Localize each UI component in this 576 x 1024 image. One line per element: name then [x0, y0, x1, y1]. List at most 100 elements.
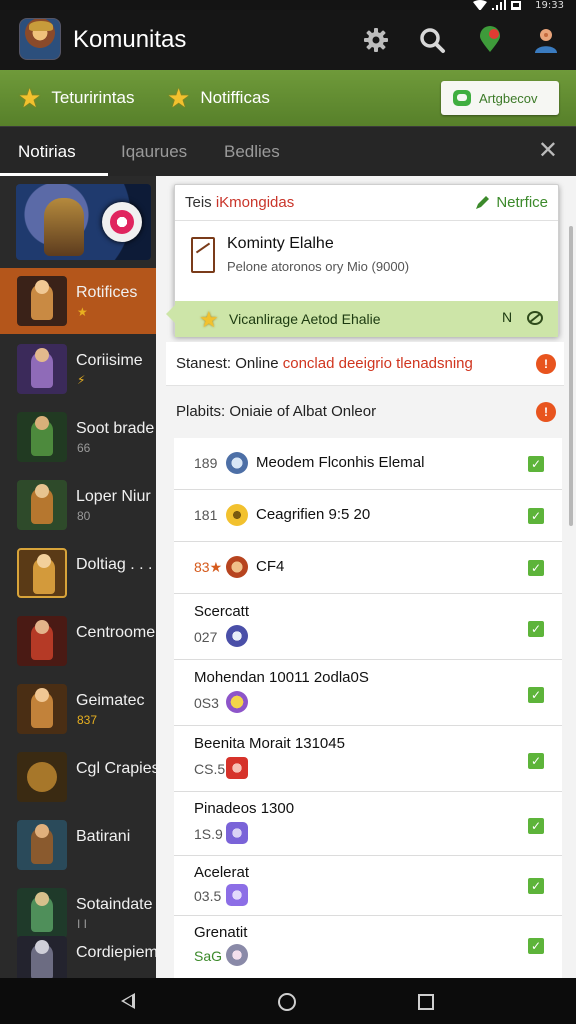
popup-header-action[interactable]: Netrfice: [474, 194, 548, 211]
check-icon[interactable]: ✓: [528, 508, 544, 524]
check-icon[interactable]: ✓: [528, 878, 544, 894]
content-panel: Teis iKmongidas Netrfice Kominty Elalhe …: [156, 176, 576, 978]
popup-header-prefix: Teis: [185, 194, 216, 211]
app-bar: Komunitas: [0, 10, 576, 70]
list-item-number: 0S3: [194, 695, 219, 711]
check-icon[interactable]: ✓: [528, 818, 544, 834]
app-avatar[interactable]: [19, 18, 61, 60]
tab-label: Notifficas: [200, 88, 270, 107]
search-icon[interactable]: [418, 26, 446, 54]
home-icon[interactable]: [278, 993, 296, 1011]
list-item[interactable]: Grenatit SaG ✓: [174, 916, 562, 978]
status-row-plabits[interactable]: Plabits: Oniaie of Albat Onleor !: [166, 390, 564, 434]
sidebar-item-label: Coriisime: [76, 352, 143, 369]
sidebar-item-rotifices[interactable]: Rotifices ★: [0, 268, 156, 334]
sidebar-item-centroome[interactable]: Centroome: [0, 608, 156, 674]
list-item[interactable]: Scercatt 027 ✓: [174, 594, 562, 660]
app-title: Komunitas: [73, 26, 187, 53]
list-item[interactable]: 189 Meodem Flconhis Elemal ✓: [174, 438, 562, 490]
list-item[interactable]: Acelerat 03.5 ✓: [174, 856, 562, 916]
list-item-title: Meodem Flconhis Elemal: [256, 454, 425, 471]
close-icon[interactable]: ✕: [538, 127, 558, 177]
popup-title: Kominty Elalhe: [227, 235, 334, 252]
recent-apps-icon[interactable]: [418, 994, 434, 1010]
tab-notirias[interactable]: Notirias: [18, 127, 76, 177]
tab-notifficas[interactable]: ★ Notifficas: [167, 83, 270, 113]
sidebar-item-label: Centroome: [76, 624, 156, 641]
avatar: [226, 884, 248, 906]
settings-icon[interactable]: [362, 26, 390, 54]
document-icon: [191, 237, 215, 273]
sidebar-item-label: Doltiag . . .: [76, 556, 153, 573]
list-item-title: CF4: [256, 558, 285, 575]
check-icon[interactable]: ✓: [528, 456, 544, 472]
sidebar-item-soot-brade[interactable]: Soot brade 66: [0, 404, 156, 470]
status-highlight: conclad deeigrio tlenadsning: [282, 355, 473, 372]
sidebar-item-coriisime[interactable]: Coriisime ⚡: [0, 336, 156, 402]
tab-iqaurues[interactable]: Iqaurues: [121, 127, 187, 177]
popup-highlight-label: Vicanlirage Aetod Ehalie: [229, 311, 381, 327]
sidebar-item-label: Rotifices: [76, 284, 138, 301]
list-item-number: CS.5: [194, 761, 226, 777]
check-icon[interactable]: ✓: [528, 687, 544, 703]
list-item-number: 1S.9: [194, 826, 223, 842]
game-thumbnail: [17, 820, 67, 870]
game-thumbnail: [17, 936, 67, 978]
popup-body[interactable]: Kominty Elalhe Pelone atoronos ory Mio (…: [175, 221, 558, 301]
tab-label: Teturirintas: [51, 88, 135, 107]
list-item-number: SaG: [194, 948, 223, 964]
check-icon[interactable]: ✓: [528, 938, 544, 954]
game-thumbnail: [17, 344, 67, 394]
tab-teturirintas[interactable]: ★ Teturirintas: [18, 83, 134, 113]
sidebar-item-loper-niur[interactable]: Loper Niur 80: [0, 472, 156, 538]
notification-popup: Teis iKmongidas Netrfice Kominty Elalhe …: [166, 184, 559, 337]
featured-banner[interactable]: [16, 184, 151, 260]
list-item[interactable]: Pinadeos 1300 1S.9 ✓: [174, 792, 562, 856]
back-icon[interactable]: [121, 993, 135, 1009]
sidebar-item-cgl-crapies[interactable]: Cgl Crapies: [0, 744, 156, 810]
check-icon[interactable]: ✓: [528, 560, 544, 576]
popup-highlight-right-label: N: [501, 309, 513, 325]
list-item-title: Mohendan 10011 2odla0S: [194, 669, 369, 686]
instagram-icon[interactable]: [102, 202, 142, 242]
sidebar-item-label: Geimatec: [76, 692, 145, 709]
list-item-title: Ceagrifien 9:5 20: [256, 506, 371, 523]
sidebar-item-cordiepiem[interactable]: Cordiepiem: [0, 928, 156, 978]
sidebar-item-batirani[interactable]: Batirani: [0, 812, 156, 878]
list-item-title: Acelerat: [194, 864, 250, 881]
list-item[interactable]: Mohendan 10011 2odla0S 0S3 ✓: [174, 660, 562, 726]
scrollbar[interactable]: [569, 226, 573, 526]
sidebar-item-geimatec[interactable]: Geimatec 837: [0, 676, 156, 742]
green-action-button[interactable]: Artgbecov: [441, 81, 559, 115]
chat-icon: [453, 90, 471, 106]
alert-icon: !: [536, 354, 556, 374]
popup-header-title: Teis iKmongidas: [185, 194, 294, 211]
status-text: Stanest: Online conclad deeigrio tlenads…: [176, 355, 473, 372]
location-pin-icon[interactable]: [476, 26, 504, 54]
profile-icon[interactable]: [532, 26, 560, 54]
star-icon: ★: [18, 83, 42, 113]
sidebar-item-label: Soot brade: [76, 420, 155, 437]
game-thumbnail: [17, 480, 67, 530]
list-item[interactable]: 181 Ceagrifien 9:5 20 ✓: [174, 490, 562, 542]
sidebar-item-sub: 66: [77, 441, 91, 455]
list-item-number: 83★: [194, 559, 223, 575]
list-item[interactable]: 83★ CF4 ✓: [174, 542, 562, 594]
star-icon: ★: [167, 83, 191, 113]
list-item[interactable]: Beenita Morait 131045 CS.5 ✓: [174, 726, 562, 792]
popup-subtitle: Pelone atoronos ory Mio (9000): [227, 259, 410, 274]
star-icon: ★: [199, 307, 219, 332]
check-icon[interactable]: ✓: [528, 621, 544, 637]
popup-highlight-row[interactable]: ★ Vicanlirage Aetod Ehalie N: [175, 301, 558, 337]
sidebar-item-doltiag[interactable]: Doltiag . . .: [0, 540, 156, 606]
popup-highlight-right: N: [501, 309, 544, 326]
sidebar-item-label: Sotaindate: [76, 896, 153, 913]
dark-tab-bar: Notirias Iqaurues Bedlies ✕: [0, 126, 576, 176]
status-row-online[interactable]: Stanest: Online conclad deeigrio tlenads…: [166, 342, 564, 386]
list-item-title: Scercatt: [194, 603, 250, 620]
avatar: [226, 822, 248, 844]
game-thumbnail: [17, 276, 67, 326]
list-item-number: 027: [194, 629, 218, 645]
check-icon[interactable]: ✓: [528, 753, 544, 769]
tab-bedlies[interactable]: Bedlies: [224, 127, 280, 177]
